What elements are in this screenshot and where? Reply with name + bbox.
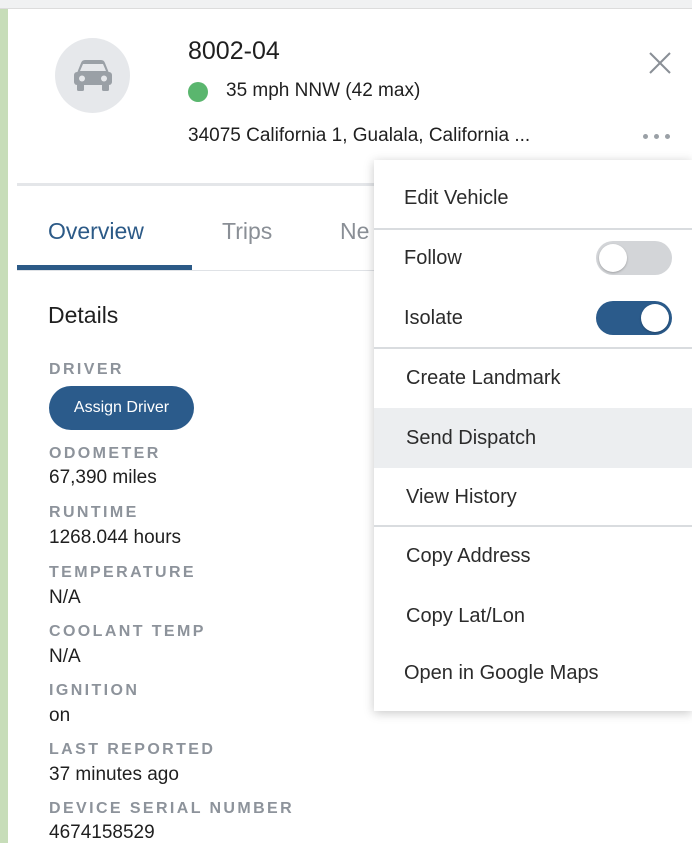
tab-trips[interactable]: Trips xyxy=(222,218,272,245)
odometer-label: ODOMETER xyxy=(49,445,161,462)
tab-overview[interactable]: Overview xyxy=(48,218,144,245)
vehicle-avatar xyxy=(55,38,130,113)
map-edge xyxy=(0,0,8,843)
isolate-toggle[interactable] xyxy=(596,301,672,335)
vehicle-speed: 35 mph NNW (42 max) xyxy=(226,80,421,101)
vehicle-actions-menu: Edit Vehicle Follow Isolate Create Landm… xyxy=(374,160,692,711)
menu-view-history[interactable]: View History xyxy=(374,467,692,527)
vehicle-name: 8002-04 xyxy=(188,37,280,65)
ignition-label: IGNITION xyxy=(49,682,140,699)
more-options-button[interactable] xyxy=(638,128,674,144)
menu-copy-latlon[interactable]: Copy Lat/Lon xyxy=(374,586,692,646)
last-reported-label: LAST REPORTED xyxy=(49,741,216,758)
tab-ne[interactable]: Ne xyxy=(340,218,369,245)
odometer-value: 67,390 miles xyxy=(49,467,157,488)
more-options-icon xyxy=(642,133,648,139)
menu-create-landmark[interactable]: Create Landmark xyxy=(374,348,692,408)
temperature-label: TEMPERATURE xyxy=(49,564,196,581)
coolant-temp-label: COOLANT TEMP xyxy=(49,623,206,640)
menu-copy-address[interactable]: Copy Address xyxy=(374,526,692,586)
device-serial-value: 4674158529 xyxy=(49,822,155,843)
menu-edit-vehicle[interactable]: Edit Vehicle xyxy=(374,168,692,228)
more-options-icon xyxy=(664,133,670,139)
menu-send-dispatch[interactable]: Send Dispatch xyxy=(374,408,692,468)
last-reported-value: 37 minutes ago xyxy=(49,764,179,785)
status-dot-icon xyxy=(188,82,208,102)
toggle-knob xyxy=(599,244,627,272)
assign-driver-button[interactable]: Assign Driver xyxy=(49,386,194,430)
temperature-value: N/A xyxy=(49,587,81,608)
isolate-label: Isolate xyxy=(404,306,463,329)
device-serial-label: DEVICE SERIAL NUMBER xyxy=(49,800,295,817)
coolant-temp-value: N/A xyxy=(49,646,81,667)
vehicle-address: 34075 California 1, Gualala, California … xyxy=(188,125,531,146)
details-heading: Details xyxy=(48,302,119,328)
driver-label: DRIVER xyxy=(49,361,124,378)
top-bar xyxy=(0,0,692,9)
toggle-knob xyxy=(641,304,669,332)
follow-label: Follow xyxy=(404,246,462,269)
close-icon xyxy=(649,52,671,74)
car-icon xyxy=(73,59,112,91)
more-options-icon xyxy=(653,133,659,139)
menu-open-google-maps[interactable]: Open in Google Maps xyxy=(374,643,692,703)
ignition-value: on xyxy=(49,705,71,726)
runtime-value: 1268.044 hours xyxy=(49,527,182,548)
follow-toggle[interactable] xyxy=(596,241,672,275)
close-button[interactable] xyxy=(646,49,674,77)
runtime-label: RUNTIME xyxy=(49,504,139,521)
